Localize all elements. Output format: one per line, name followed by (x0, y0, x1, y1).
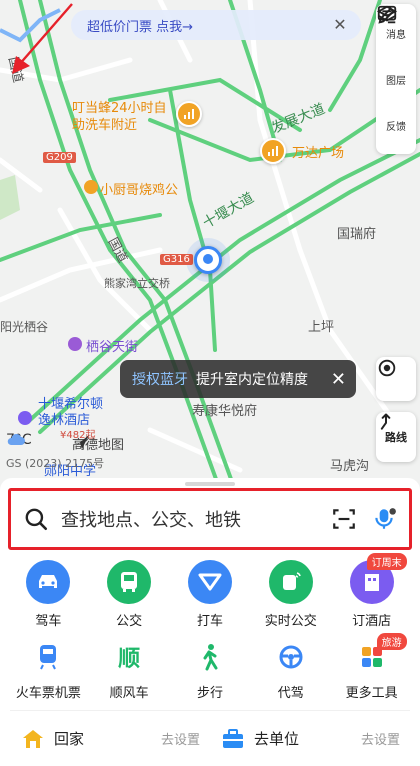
bus-button[interactable]: 公交 (90, 560, 168, 629)
amap-arrow-icon (73, 435, 89, 449)
poi-carwash-label[interactable]: 叮当蜂24小时自助洗车附近 (72, 100, 168, 134)
carpool-icon: 顺 (118, 647, 141, 672)
route-button[interactable]: 路线 (376, 412, 416, 462)
carpool-label: 顺风车 (109, 686, 149, 701)
travel-badge: 旅游 (376, 633, 407, 650)
sheet-drag-handle[interactable] (185, 482, 235, 486)
train-flight-label: 火车票机票 (15, 686, 81, 701)
bluetooth-tip: 授权蓝牙 提升室内定位精度 ✕ (120, 360, 356, 398)
work-set-link[interactable]: 去设置 (361, 729, 400, 748)
train-icon (31, 640, 65, 674)
hotel-icon[interactable] (18, 411, 32, 425)
home-work-shortcuts: 回家 去设置 去单位 去设置 (10, 710, 410, 766)
poi-carwash-icon[interactable] (176, 101, 202, 127)
map-label-shoukang: 寿康华悦府 (192, 404, 258, 419)
hotel-label: 订酒店 (352, 614, 392, 629)
weekend-badge: 订周末 (366, 553, 407, 570)
layers-label: 图层 (386, 75, 406, 87)
close-icon[interactable]: ✕ (331, 16, 349, 34)
shopping-icon[interactable] (68, 337, 82, 351)
messages-label: 消息 (386, 29, 406, 41)
train-flight-button[interactable]: 火车票机票 (9, 640, 87, 701)
poi-wanda-label[interactable]: 万达广场 (292, 142, 344, 161)
realtime-bus-button[interactable]: 实时公交 (252, 560, 330, 629)
poi-wanda-icon[interactable] (260, 138, 286, 164)
services: 火车票机票 顺 顺风车 步行 代驾 更多工具 旅游 (0, 633, 420, 701)
drive-label: 驾车 (35, 614, 62, 629)
taxi-button[interactable]: 打车 (171, 560, 249, 629)
map-label-yangguang: 阳光栖谷 (0, 320, 49, 334)
authorize-bluetooth-link[interactable]: 授权蓝牙 (132, 369, 188, 389)
briefcase-icon (223, 728, 243, 748)
promo-text[interactable]: 超低价门票 点我→ (87, 16, 331, 35)
feedback-label: 反馈 (386, 121, 406, 133)
bus-label: 公交 (116, 614, 143, 629)
promo-banner[interactable]: 超低价门票 点我→ ✕ (71, 10, 361, 40)
taxi-icon (187, 560, 232, 604)
messages-button[interactable]: 消息 (377, 5, 406, 41)
work-label: 去单位 (254, 730, 300, 748)
bluetooth-tip-message: 提升室内定位精度 (196, 372, 308, 388)
home-shortcut[interactable]: 回家 去设置 (10, 728, 210, 749)
realtime-bus-icon (268, 560, 313, 604)
map-label-guoruifu: 国瑞府 (337, 227, 377, 242)
voice-icon[interactable] (371, 506, 397, 532)
hotel-button[interactable]: 订酒店 订周末 (333, 553, 411, 629)
home-set-link[interactable]: 去设置 (161, 729, 200, 748)
map-label-interchange: 熊家湾立交桥 (104, 277, 170, 290)
current-location-marker (194, 246, 222, 274)
poi-qigu-label[interactable]: 栖谷天街 (86, 336, 138, 355)
close-icon[interactable]: ✕ (331, 369, 346, 390)
annotation-arrow (12, 3, 73, 74)
walk-label: 步行 (196, 686, 223, 701)
feedback-button[interactable]: 反馈 (378, 7, 406, 133)
cloud-icon (7, 433, 26, 445)
locate-button[interactable] (376, 357, 416, 401)
poi-chicken-label[interactable]: 小厨哥烧鸡公 (100, 179, 178, 198)
weather-widget[interactable]: 7°C (6, 432, 32, 448)
map-label-mahugou: 马虎沟 (330, 459, 370, 474)
more-tools-button[interactable]: 更多工具 旅游 (333, 633, 411, 701)
carpool-button[interactable]: 顺 顺风车 (90, 640, 168, 701)
scan-icon[interactable] (331, 506, 357, 532)
amap-logo: 高德地图 (72, 434, 124, 453)
quick-actions: 驾车 公交 打车 实时公交 订酒店 订周末 (0, 553, 420, 629)
map-tools-panel: 消息 图层 反馈 (376, 4, 416, 154)
driver-service-label: 代驾 (277, 686, 304, 701)
driver-service-button[interactable]: 代驾 (252, 640, 330, 701)
taxi-label: 打车 (196, 614, 223, 629)
map-license: GS (2023) 2175号 (6, 457, 105, 470)
bottom-sheet: 查找地点、公交、地铁 驾车 公交 打车 实时公交 订酒店 订周末 火车票机票 顺… (0, 478, 420, 766)
car-icon (26, 560, 71, 604)
road-shield-g209: G209 (43, 152, 76, 163)
route-icon (380, 413, 391, 430)
drive-button[interactable]: 驾车 (9, 560, 87, 629)
work-shortcut[interactable]: 去单位 去设置 (210, 728, 410, 749)
walk-icon (193, 640, 227, 674)
search-input[interactable]: 查找地点、公交、地铁 (61, 506, 317, 532)
map-label-shangping: 上坪 (308, 320, 335, 335)
steering-wheel-icon (274, 640, 308, 674)
search-icon (25, 508, 48, 531)
road-shield-g316: G316 (160, 254, 193, 265)
pencil-icon (378, 7, 396, 24)
layers-button[interactable]: 图层 (376, 5, 406, 87)
map-view[interactable]: 国道 国道 G209 G316 叮当蜂24小时自助洗车附近 万达广场 小厨哥烧鸡… (0, 0, 420, 490)
walk-button[interactable]: 步行 (171, 640, 249, 701)
home-icon (23, 729, 43, 748)
realtime-bus-label: 实时公交 (264, 614, 317, 629)
home-label: 回家 (54, 730, 85, 748)
more-tools-label: 更多工具 (345, 686, 398, 701)
locate-icon (378, 359, 396, 377)
search-bar[interactable]: 查找地点、公交、地铁 (8, 488, 412, 550)
restaurant-icon[interactable] (84, 180, 98, 194)
bus-icon (107, 560, 152, 604)
